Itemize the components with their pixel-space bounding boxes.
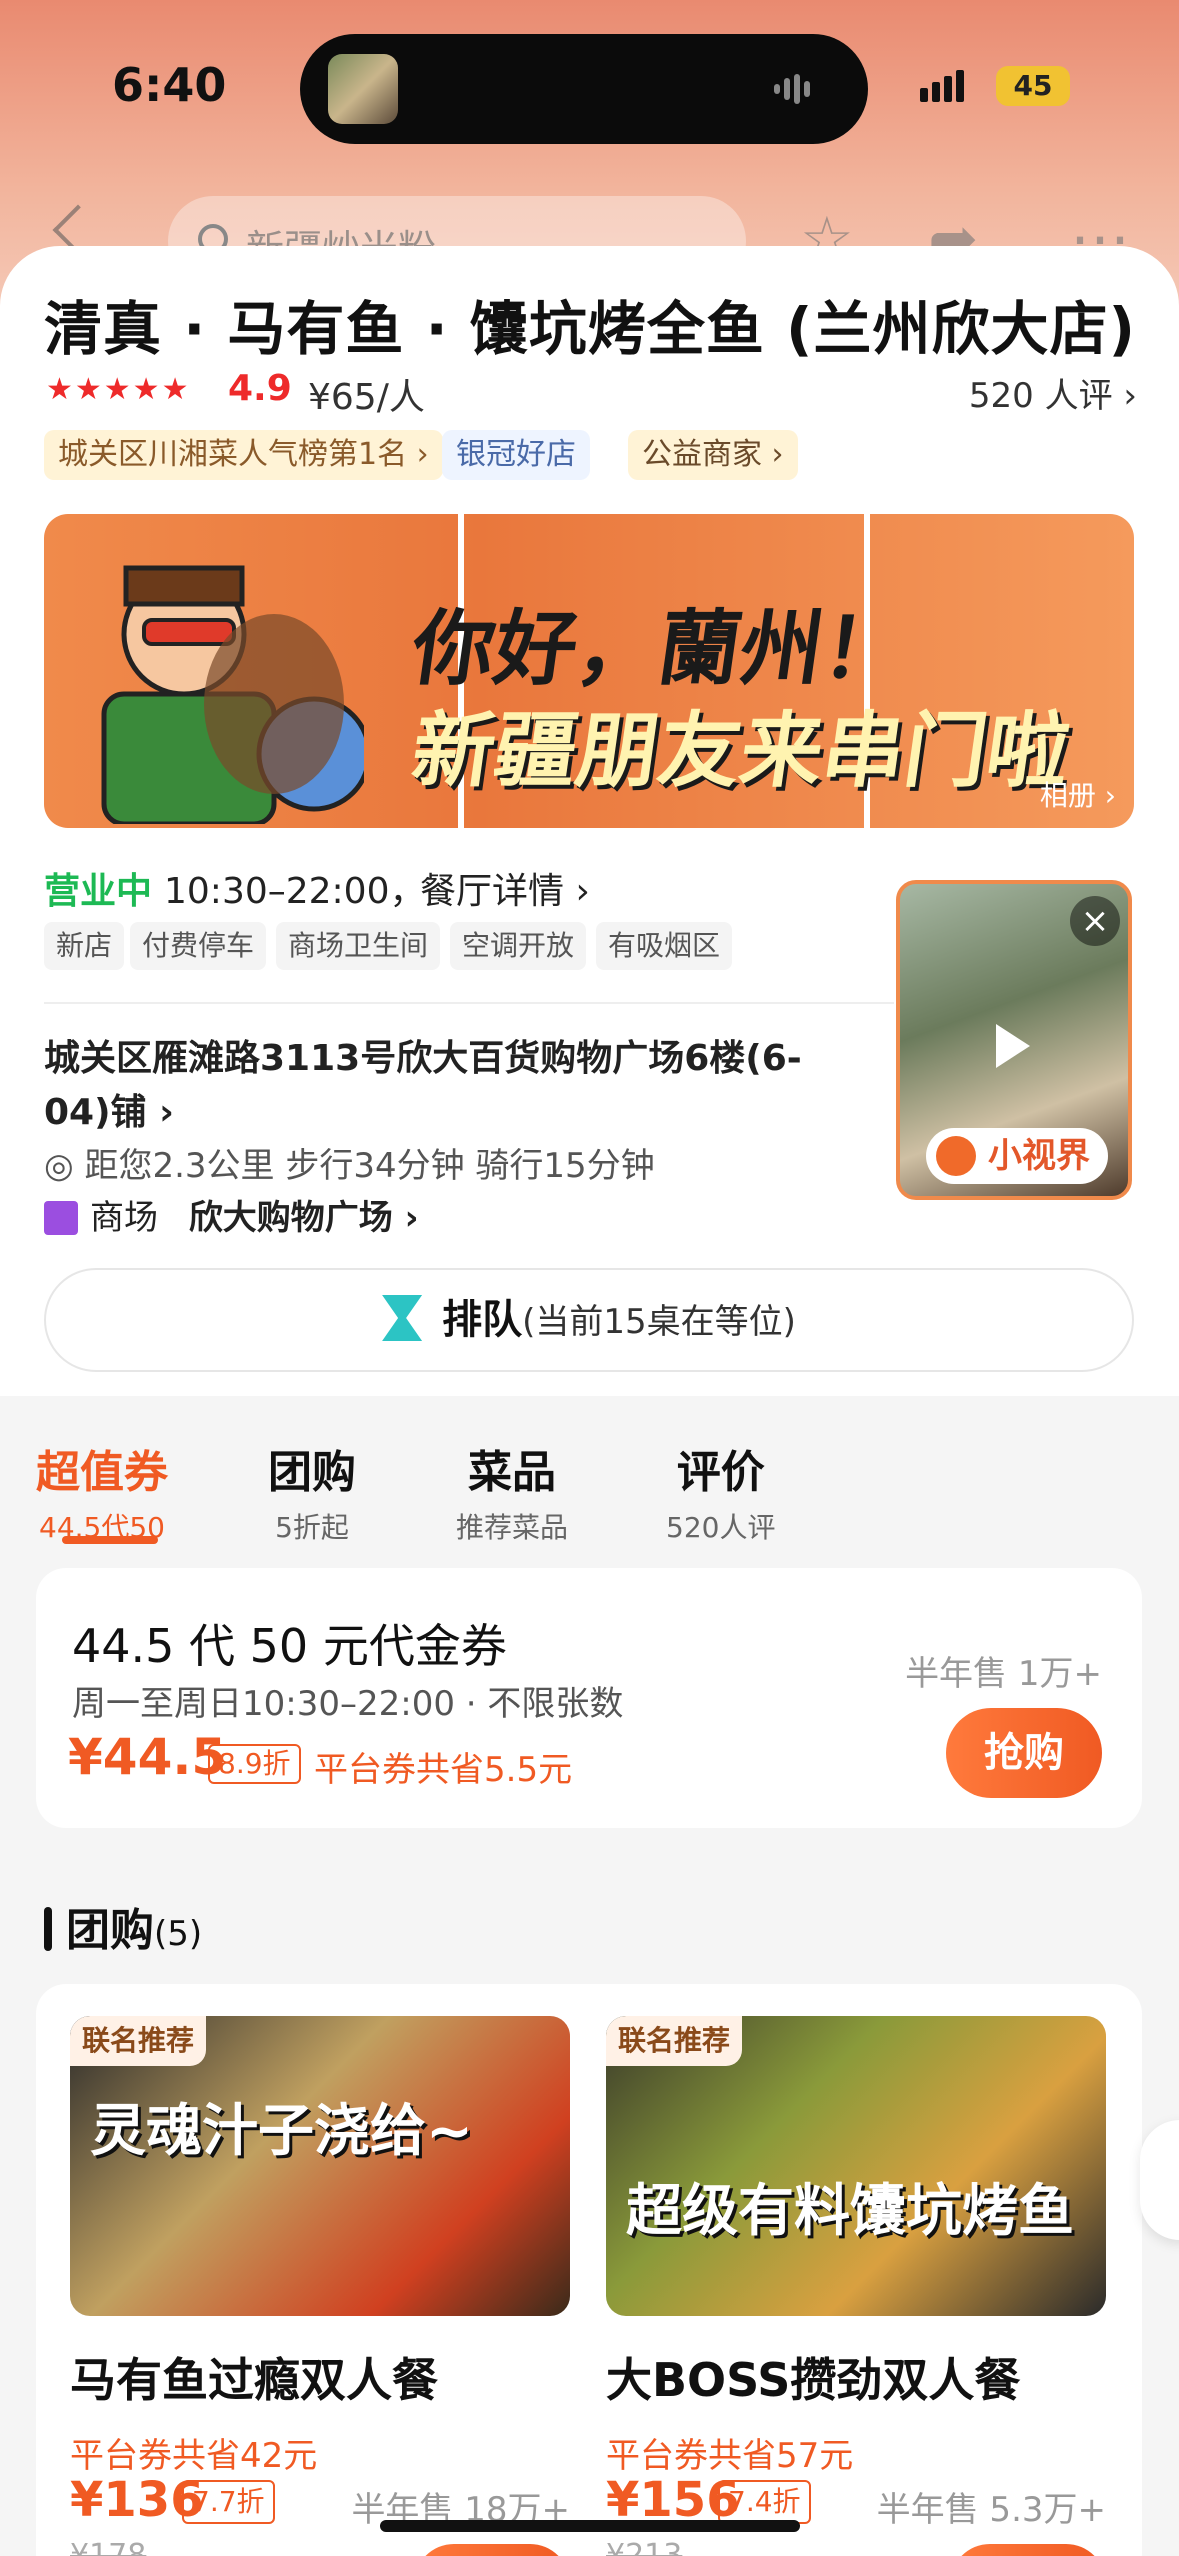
rating-score: 4.9 bbox=[228, 368, 292, 409]
voucher-card[interactable]: 44.5 代 50 元代金券 周一至周日10:30–22:00 · 不限张数 ¥… bbox=[36, 1568, 1142, 1828]
tab-reviews[interactable]: 评价 520人评 bbox=[666, 1436, 775, 1546]
album-link[interactable]: 相册 › bbox=[1040, 774, 1116, 814]
voucher-title: 44.5 代 50 元代金券 bbox=[72, 1619, 507, 1673]
voucher-price: ¥44.5 bbox=[68, 1728, 227, 1786]
tab-dishes[interactable]: 菜品 推荐菜品 bbox=[456, 1436, 568, 1546]
queue-button[interactable]: 排队(当前15桌在等位) bbox=[44, 1268, 1134, 1372]
dynamic-island[interactable] bbox=[300, 34, 868, 144]
deal-label: 联名推荐 bbox=[70, 2016, 207, 2066]
cart-icon[interactable] bbox=[1140, 2120, 1179, 2240]
queue-wait-count: (当前15桌在等位) bbox=[522, 1302, 796, 1342]
tab-title: 团购 bbox=[268, 1447, 356, 1498]
mall-link[interactable]: 商场 欣大购物广场 › bbox=[44, 1190, 419, 1239]
deal-label: 联名推荐 bbox=[606, 2016, 743, 2066]
deal-image-slogan: 灵魂汁子浇给~ bbox=[90, 2099, 473, 2164]
tab-title: 菜品 bbox=[468, 1447, 556, 1498]
floating-video[interactable]: × 小视界 bbox=[896, 880, 1132, 1200]
hourglass-icon bbox=[382, 1295, 423, 1341]
photo-banner[interactable]: 你好，蘭州！ 新疆朋友来串门啦 相册 › bbox=[44, 514, 1134, 828]
tab-subtitle: 推荐菜品 bbox=[456, 1511, 569, 1544]
heading-marker bbox=[44, 1907, 52, 1951]
close-icon[interactable]: × bbox=[1070, 896, 1120, 946]
queue-label: 排队 bbox=[442, 1297, 523, 1343]
voucher-buy-button[interactable]: 抢购 bbox=[946, 1708, 1102, 1798]
battery-indicator: 45 bbox=[996, 66, 1070, 106]
cellular-signal-icon bbox=[920, 70, 968, 102]
play-circle-icon bbox=[936, 1136, 976, 1176]
deal-image[interactable]: 联名推荐 灵魂汁子浇给~ bbox=[70, 2016, 570, 2316]
tab-subtitle: 5折起 bbox=[275, 1511, 349, 1544]
price-per-person: ¥65/人 bbox=[308, 377, 425, 418]
group-section-heading: 团购(5) bbox=[44, 1894, 202, 1958]
shop-title: 清真 · 马有鱼 · 馕坑烤全鱼 (兰州欣大店) bbox=[44, 295, 1137, 363]
silver-crown-badge[interactable]: 银冠好店 bbox=[442, 430, 590, 480]
mini-video-label: 小视界 bbox=[988, 1136, 1090, 1176]
voucher-discount: 8.9折 bbox=[208, 1744, 301, 1784]
status-time: 6:40 bbox=[112, 58, 227, 112]
deal-image-slogan: 超级有料馕坑烤鱼 bbox=[626, 2179, 1074, 2244]
tab-vouchers[interactable]: 超值券 44.5代50 bbox=[36, 1436, 168, 1546]
tab-group-buy[interactable]: 团购 5折起 bbox=[268, 1436, 356, 1546]
restaurant-detail-link[interactable]: 餐厅详情 › bbox=[420, 862, 590, 914]
tab-title: 超值券 bbox=[36, 1447, 168, 1498]
cartoon-mascot-icon bbox=[101, 565, 364, 824]
facility-tag: 空调开放 bbox=[450, 922, 587, 970]
deal-item[interactable]: 联名推荐 超级有料馕坑烤鱼 大BOSS攒劲双人餐 平台券共省57元 ¥156 7… bbox=[606, 2016, 1106, 2556]
deal-discount: 7.4折 bbox=[718, 2480, 811, 2524]
deal-saving: 平台券共省57元 bbox=[606, 2436, 854, 2476]
section-divider bbox=[44, 1002, 894, 1004]
opening-hours: 10:30–22:00， bbox=[164, 871, 426, 912]
play-icon[interactable] bbox=[996, 1024, 1030, 1068]
mall-label: 商场 bbox=[90, 1198, 158, 1238]
deal-original-price: ¥213 bbox=[606, 2538, 683, 2556]
deal-sold: 半年售 5.3万+ bbox=[876, 2490, 1106, 2530]
banner-subline: 新疆朋友来串门啦 bbox=[406, 704, 1076, 799]
voucher-saving: 平台券共省5.5元 bbox=[314, 1750, 573, 1790]
voucher-time: 周一至周日10:30–22:00 · 不限张数 bbox=[72, 1684, 624, 1724]
media-thumbnail bbox=[328, 54, 398, 124]
mall-name: 欣大购物广场 › bbox=[188, 1198, 419, 1238]
home-indicator bbox=[380, 2520, 800, 2532]
voucher-sold: 半年售 1万+ bbox=[905, 1654, 1102, 1694]
distance-info: ◎ 距您2.3公里 步行34分钟 骑行15分钟 bbox=[44, 1146, 655, 1186]
deal-original-price: ¥178 bbox=[70, 2538, 147, 2556]
tab-subtitle: 520人评 bbox=[666, 1511, 776, 1544]
facility-tag: 有吸烟区 bbox=[596, 922, 733, 970]
audio-wave-icon bbox=[772, 74, 828, 104]
review-count-link[interactable]: 520 人评 › bbox=[969, 368, 1137, 417]
mini-video-badge[interactable]: 小视界 bbox=[926, 1128, 1108, 1184]
deal-discount: 7.7折 bbox=[182, 2480, 275, 2524]
group-heading-label: 团购 bbox=[66, 1905, 154, 1956]
shop-address[interactable]: 城关区雁滩路3113号欣大百货购物广场6楼(6-04)铺 › bbox=[44, 1032, 864, 1140]
rank-badge[interactable]: 城关区川湘菜人气榜第1名 › bbox=[44, 430, 443, 480]
deal-saving: 平台券共省42元 bbox=[70, 2436, 318, 2476]
group-count: (5) bbox=[154, 1914, 203, 1954]
mall-icon bbox=[44, 1201, 78, 1235]
deal-name: 马有鱼过瘾双人餐 bbox=[70, 2353, 438, 2407]
deal-item[interactable]: 联名推荐 灵魂汁子浇给~ 马有鱼过瘾双人餐 平台券共省42元 ¥136 7.7折… bbox=[70, 2016, 570, 2556]
active-tab-indicator bbox=[62, 1536, 158, 1544]
star-rating-icon: ★★★★★ bbox=[46, 372, 191, 407]
charity-badge[interactable]: 公益商家 › bbox=[628, 430, 798, 480]
facility-tag: 付费停车 bbox=[130, 922, 267, 970]
open-status: 营业中 bbox=[44, 871, 153, 912]
deal-image[interactable]: 联名推荐 超级有料馕坑烤鱼 bbox=[606, 2016, 1106, 2316]
facility-tag: 商场卫生间 bbox=[276, 922, 441, 970]
tab-title: 评价 bbox=[676, 1447, 765, 1498]
deal-name: 大BOSS攒劲双人餐 bbox=[606, 2353, 1021, 2407]
facility-tag: 新店 bbox=[44, 922, 125, 970]
